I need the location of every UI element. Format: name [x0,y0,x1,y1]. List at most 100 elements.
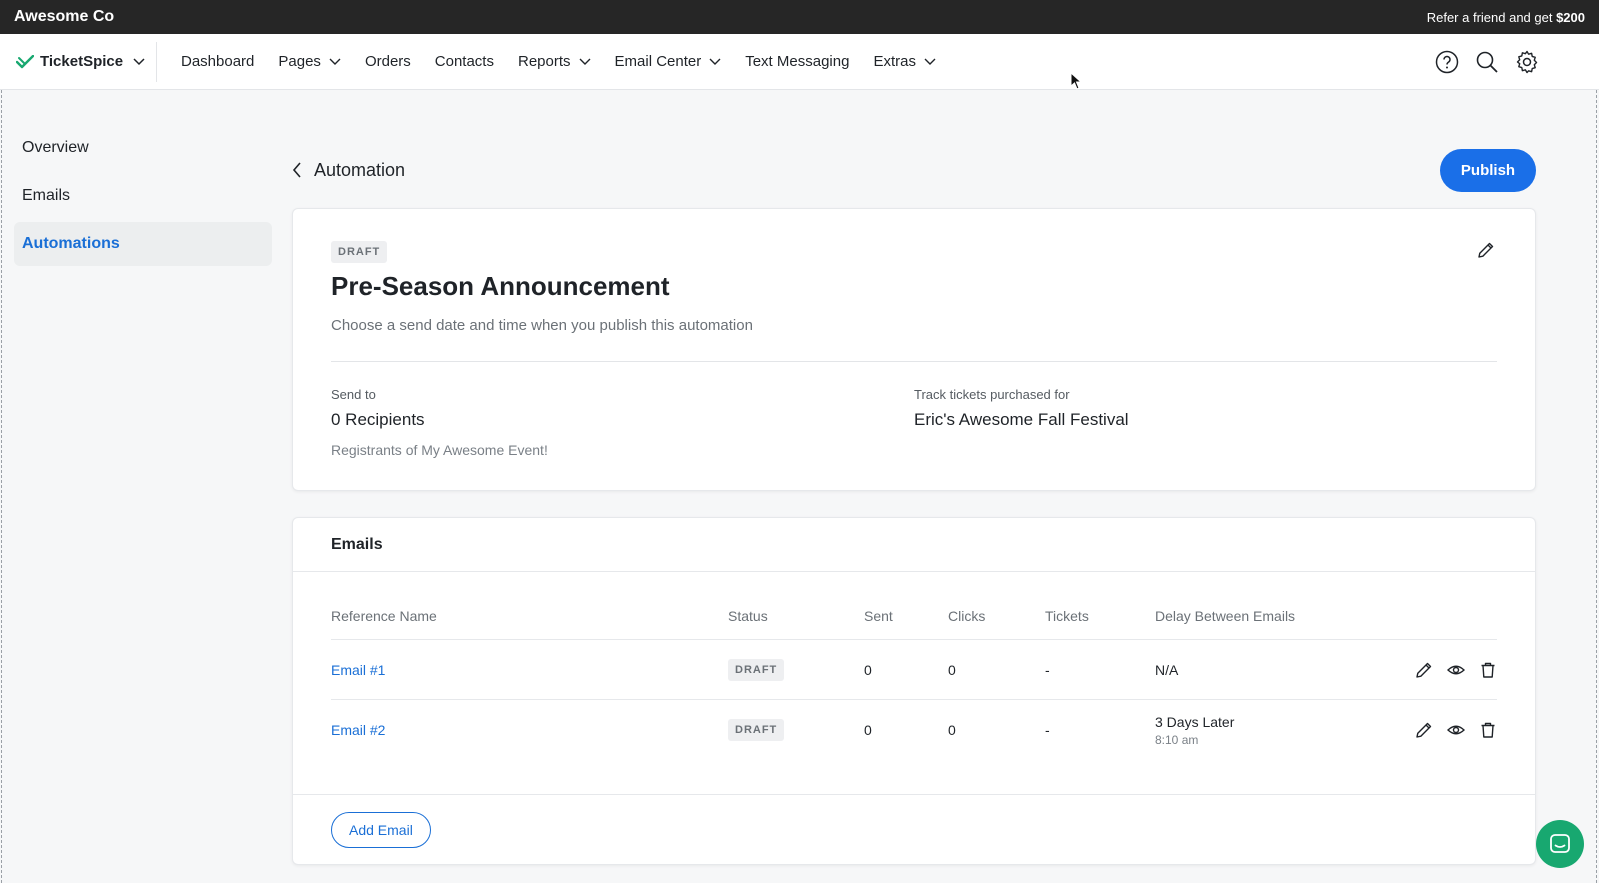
top-bar: Awesome Co Refer a friend and get $200 [0,0,1599,34]
sent-count: 0 [864,722,872,738]
recipients-count: 0 Recipients [331,410,425,429]
brand-menu[interactable]: TicketSpice [0,41,157,82]
nav-item-label: Pages [278,53,321,70]
trash-icon[interactable] [1479,661,1497,679]
status-badge: DRAFT [331,241,388,263]
nav-item-dashboard[interactable]: Dashboard [181,53,254,70]
chat-icon [1550,834,1570,853]
nav-item-pages[interactable]: Pages [278,53,341,70]
table-header: Reference Name Status Sent Clicks Tickets Del… [331,592,1497,640]
summary-divider [331,361,1497,362]
sidebar-item-automations[interactable]: Automations [14,222,272,266]
org-name[interactable]: Awesome Co [14,8,114,26]
chevron-down-icon [709,58,721,66]
brand-name: TicketSpice [40,53,124,70]
clicks-count: 0 [948,722,956,738]
chevron-down-icon [924,58,936,66]
send-to-label: Send to [331,387,376,402]
refer-link[interactable]: Refer a friend and get $200 [1427,10,1585,25]
nav-item-label: Extras [873,53,916,70]
status-badge: DRAFT [728,658,785,681]
chevron-left-icon [292,162,301,178]
column-header-clicks: Clicks [948,607,986,624]
page-border-right [1596,90,1597,883]
sidebar-item-emails[interactable]: Emails [14,174,272,218]
main-nav: TicketSpice Dashboard Pages Orders Contacts… [0,34,1599,90]
help-icon[interactable] [1435,50,1459,74]
refer-amount: $200 [1556,9,1585,25]
nav-menu: Dashboard Pages Orders Contacts Reports Email… [181,53,936,70]
nav-item-reports[interactable]: Reports [518,53,591,70]
nav-item-orders[interactable]: Orders [365,53,411,70]
tickets-count: - [1045,661,1050,678]
nav-item-label: Dashboard [181,53,255,70]
back-link[interactable]: Automation [292,160,405,181]
recipients-note: Registrants of My Awesome Event! [331,442,548,458]
delay-cell: 3 Days Later 8:10 am [1155,714,1399,747]
email-name-link[interactable]: Email #1 [331,662,385,678]
page-title: Automation [314,159,406,180]
emails-card: Emails Reference Name Status Sent Clicks Tic… [292,517,1536,865]
track-tickets-section: Track tickets purchased for Eric's Aweso… [914,387,1129,442]
track-event: Eric's Awesome Fall Festival [914,410,1129,429]
row-actions [1399,721,1497,739]
nav-item-label: Reports [517,53,571,70]
nav-item-text-messaging[interactable]: Text Messaging [745,53,849,70]
column-header-status: Status [728,607,768,624]
search-icon[interactable] [1475,50,1499,74]
nav-item-contacts[interactable]: Contacts [435,53,494,70]
emails-footer: Add Email [293,794,1535,864]
nav-item-label: Text Messaging [745,53,850,70]
chevron-down-icon [329,58,341,66]
nav-icons [1435,34,1539,90]
column-header-sent: Sent [864,607,893,624]
status-badge: DRAFT [728,719,785,741]
automation-subtitle: Choose a send date and time when you pub… [331,317,753,334]
page-border-left [1,90,2,883]
send-to-section: Send to 0 Recipients Registrants of My A… [331,387,548,458]
delay-cell: N/A [1155,662,1399,678]
column-header-delay-between-emails: Delay Between Emails [1155,607,1296,624]
table-row: Email #2 DRAFT 0 0 - 3 Days Later 8:10 am [331,700,1497,760]
preview-icon[interactable] [1447,661,1465,679]
trash-icon[interactable] [1479,721,1497,739]
column-header-reference-name: Reference Name [331,607,437,624]
ticketspice-logo-icon [16,54,34,68]
nav-item-label: Email Center [614,53,702,70]
nav-item-email-center[interactable]: Email Center [615,53,722,70]
tickets-count: - [1045,722,1050,738]
delay-value: N/A [1155,661,1179,678]
preview-icon[interactable] [1447,721,1465,739]
clicks-count: 0 [948,661,956,678]
table-row: Email #1 DRAFT 0 0 - N/A [331,640,1497,700]
edit-icon[interactable] [1415,661,1433,679]
delay-value: 3 Days Later [1155,713,1235,730]
delay-time: 8:10 am [1155,732,1199,747]
email-name-link[interactable]: Email #2 [331,722,385,738]
refer-text: Refer a friend and get [1426,9,1557,25]
table-body: Email #1 DRAFT 0 0 - N/A Email #2 DRAFT 0 0 - 3 Day… [331,640,1497,760]
chat-launcher[interactable] [1536,820,1584,868]
mouse-cursor-icon [1070,72,1082,90]
chevron-down-icon [133,57,145,65]
nav-item-label: Contacts [434,53,494,70]
emails-section-title: Emails [293,518,1535,572]
sidebar-item-overview[interactable]: Overview [14,126,272,170]
emails-table: Reference Name Status Sent Clicks Tickets Del… [331,592,1497,760]
edit-icon[interactable] [1415,721,1433,739]
row-actions [1399,661,1497,679]
nav-item-label: Orders [364,53,411,70]
track-label: Track tickets purchased for [914,387,1070,402]
automation-summary-card: DRAFT Pre-Season Announcement Choose a s… [292,208,1536,491]
page-header: Automation Publish [292,146,1536,194]
publish-button[interactable]: Publish [1440,148,1536,192]
edit-automation-icon[interactable] [1477,241,1495,259]
sidebar-item-label: Automations [22,235,120,252]
automation-title: Pre-Season Announcement [331,271,670,301]
gear-icon[interactable] [1515,50,1539,74]
chevron-down-icon [579,58,591,66]
sidebar-item-label: Overview [22,139,89,156]
nav-item-extras[interactable]: Extras [873,53,936,70]
sidebar: Overview Emails Automations [14,126,272,270]
add-email-button[interactable]: Add Email [331,811,431,848]
